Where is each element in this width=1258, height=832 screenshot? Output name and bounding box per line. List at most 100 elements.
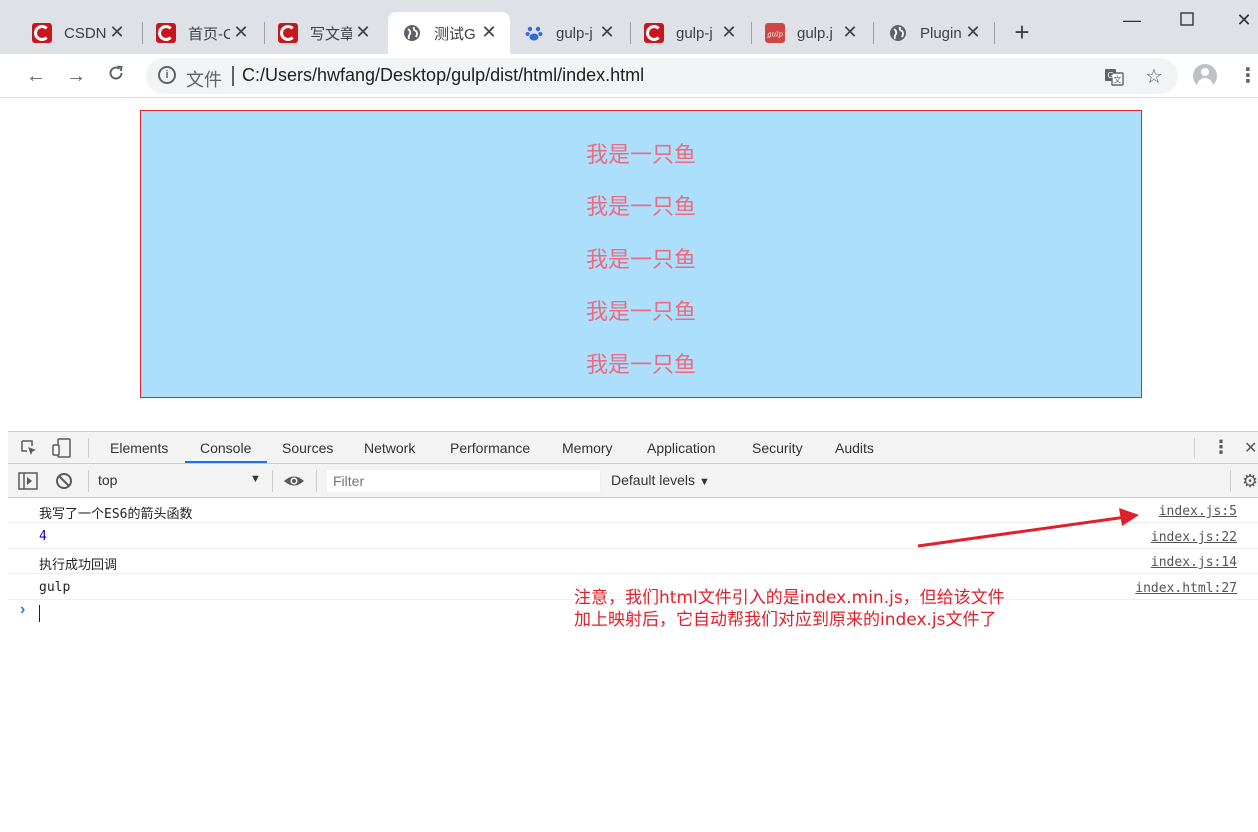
console-log-row: 4 index.js:22 bbox=[8, 524, 1258, 549]
devtools-menu-icon[interactable]: ⋮ bbox=[1212, 437, 1230, 458]
tab-gulp-csdn[interactable]: gulp-j ✕ bbox=[622, 12, 750, 54]
tab-console[interactable]: Console bbox=[198, 432, 253, 464]
fish-text: 我是一只鱼 bbox=[585, 195, 696, 220]
tab-title: 写文章 bbox=[310, 25, 352, 43]
tab-audits[interactable]: Audits bbox=[833, 432, 876, 464]
svg-text:gulp: gulp bbox=[767, 31, 783, 39]
maximize-icon[interactable] bbox=[1175, 8, 1199, 32]
translate-icon[interactable]: 文G bbox=[1104, 67, 1124, 87]
active-tab-indicator bbox=[185, 461, 267, 463]
browser-window: CSDN ✕ 首页-C ✕ 写文章 ✕ 测试G ✕ gulp-j ✕ gulp-… bbox=[0, 0, 1258, 832]
inspect-element-icon[interactable] bbox=[20, 439, 38, 461]
svg-text:G: G bbox=[1107, 71, 1113, 80]
profile-avatar[interactable] bbox=[1193, 64, 1217, 88]
devtools-tab-bar: Elements Console Sources Network Perform… bbox=[8, 432, 1258, 464]
fish-container: 我是一只鱼 我是一只鱼 我是一只鱼 我是一只鱼 我是一只鱼 bbox=[140, 110, 1142, 398]
address-url[interactable]: C:/Users/hwfang/Desktop/gulp/dist/html/i… bbox=[242, 65, 644, 86]
log-source-link[interactable]: index.js:14 bbox=[1151, 555, 1237, 570]
globe-icon bbox=[888, 23, 908, 43]
context-select[interactable]: top bbox=[98, 472, 117, 488]
console-log-row: 执行成功回调 index.js:14 bbox=[8, 549, 1258, 574]
browser-menu-icon[interactable]: ⋮ bbox=[1238, 64, 1258, 88]
tab-csdn-home[interactable]: 首页-C ✕ bbox=[134, 12, 262, 54]
console-input-caret[interactable] bbox=[39, 605, 40, 622]
live-expression-eye-icon[interactable] bbox=[283, 472, 305, 494]
log-message: 我写了一个ES6的箭头函数 bbox=[39, 507, 193, 522]
log-message: 4 bbox=[39, 529, 47, 544]
device-toolbar-icon[interactable] bbox=[52, 438, 72, 462]
tab-title: CSDN bbox=[64, 24, 106, 42]
console-filter-input[interactable] bbox=[326, 469, 601, 493]
address-separator bbox=[232, 66, 234, 86]
svg-text:文: 文 bbox=[1114, 75, 1122, 85]
browser-toolbar: ← → i 文件 C:/Users/hwfang/Desktop/gulp/di… bbox=[0, 54, 1258, 98]
tab-plugin[interactable]: Plugin ✕ bbox=[866, 12, 994, 54]
close-icon[interactable]: ✕ bbox=[106, 21, 128, 43]
close-icon[interactable]: ✕ bbox=[839, 21, 861, 43]
window-close-icon[interactable]: ✕ bbox=[1232, 8, 1256, 32]
csdn-icon bbox=[32, 23, 52, 43]
csdn-icon bbox=[644, 23, 664, 43]
clear-console-icon[interactable] bbox=[55, 472, 73, 494]
reload-icon[interactable] bbox=[102, 62, 130, 90]
sidebar-toggle-icon[interactable] bbox=[18, 472, 38, 494]
console-prompt-icon: › bbox=[20, 601, 26, 618]
devtools-close-icon[interactable]: ✕ bbox=[1244, 438, 1257, 458]
forward-icon[interactable]: → bbox=[62, 62, 90, 90]
tab-title: 首页-C bbox=[188, 25, 230, 43]
tab-write-article[interactable]: 写文章 ✕ bbox=[256, 12, 384, 54]
tab-title: Plugin bbox=[920, 24, 962, 42]
log-levels-label: Default levels bbox=[611, 472, 696, 488]
tab-gulp-baidu[interactable]: gulp-j ✕ bbox=[506, 12, 628, 54]
devtools-panel: Elements Console Sources Network Perform… bbox=[8, 431, 1258, 832]
tab-performance[interactable]: Performance bbox=[448, 432, 532, 464]
log-source-link[interactable]: index.js:5 bbox=[1159, 504, 1237, 519]
fish-text: 我是一只鱼 bbox=[585, 143, 696, 168]
fish-text: 我是一只鱼 bbox=[585, 248, 696, 273]
tab-test-active[interactable]: 测试G ✕ bbox=[388, 12, 510, 54]
tab-csdn[interactable]: CSDN ✕ bbox=[10, 12, 138, 54]
tab-network[interactable]: Network bbox=[362, 432, 417, 464]
annotation-note: 注意，我们html文件引入的是index.min.js，但给该文件 加上映射后，… bbox=[574, 587, 1005, 631]
new-tab-button[interactable]: + bbox=[1008, 18, 1036, 46]
close-icon[interactable]: ✕ bbox=[352, 21, 374, 43]
console-toolbar: top ▼ Default levels ▼ ⚙ bbox=[8, 464, 1258, 498]
annotation-line: 加上映射后，它自动帮我们对应到原来的index.js文件了 bbox=[574, 610, 997, 630]
fish-text: 我是一只鱼 bbox=[585, 300, 696, 325]
close-icon[interactable]: ✕ bbox=[596, 21, 618, 43]
baidu-paw-icon bbox=[524, 23, 544, 43]
globe-icon bbox=[402, 23, 422, 43]
tab-security[interactable]: Security bbox=[750, 432, 805, 464]
chevron-down-icon: ▼ bbox=[698, 476, 710, 488]
close-icon[interactable]: ✕ bbox=[718, 21, 740, 43]
info-icon[interactable]: i bbox=[158, 66, 176, 84]
close-icon[interactable]: ✕ bbox=[478, 21, 500, 43]
log-levels-dropdown[interactable]: Default levels ▼ bbox=[611, 472, 710, 488]
address-scheme-label: 文件 bbox=[186, 70, 222, 90]
back-icon[interactable]: ← bbox=[22, 62, 50, 90]
log-source-link[interactable]: index.js:22 bbox=[1151, 530, 1237, 545]
log-source-link[interactable]: index.html:27 bbox=[1135, 581, 1237, 596]
tab-gulp-js[interactable]: gulp gulp.j ✕ bbox=[743, 12, 871, 54]
csdn-icon bbox=[156, 23, 176, 43]
tab-application[interactable]: Application bbox=[645, 432, 718, 464]
csdn-icon bbox=[278, 23, 298, 43]
close-icon[interactable]: ✕ bbox=[962, 21, 984, 43]
tab-elements[interactable]: Elements bbox=[108, 432, 170, 464]
console-log-row: 我写了一个ES6的箭头函数 index.js:5 bbox=[8, 498, 1258, 523]
minimize-icon[interactable]: — bbox=[1120, 8, 1144, 32]
tab-title: 测试G bbox=[434, 25, 476, 43]
page-viewport: 我是一只鱼 我是一只鱼 我是一只鱼 我是一只鱼 我是一只鱼 bbox=[0, 99, 1258, 431]
chevron-down-icon[interactable]: ▼ bbox=[250, 473, 261, 485]
console-output: 我写了一个ES6的箭头函数 index.js:5 4 index.js:22 执… bbox=[8, 498, 1258, 832]
log-message: gulp bbox=[39, 580, 71, 595]
tab-memory[interactable]: Memory bbox=[560, 432, 615, 464]
bookmark-star-icon[interactable]: ☆ bbox=[1144, 67, 1164, 87]
address-bar[interactable]: i 文件 C:/Users/hwfang/Desktop/gulp/dist/h… bbox=[146, 58, 1178, 94]
log-message: 执行成功回调 bbox=[39, 558, 118, 573]
tab-title: gulp.j bbox=[797, 24, 833, 42]
tab-sources[interactable]: Sources bbox=[280, 432, 335, 464]
console-settings-gear-icon[interactable]: ⚙ bbox=[1242, 471, 1258, 492]
tab-title: gulp-j bbox=[556, 24, 593, 42]
close-icon[interactable]: ✕ bbox=[230, 21, 252, 43]
